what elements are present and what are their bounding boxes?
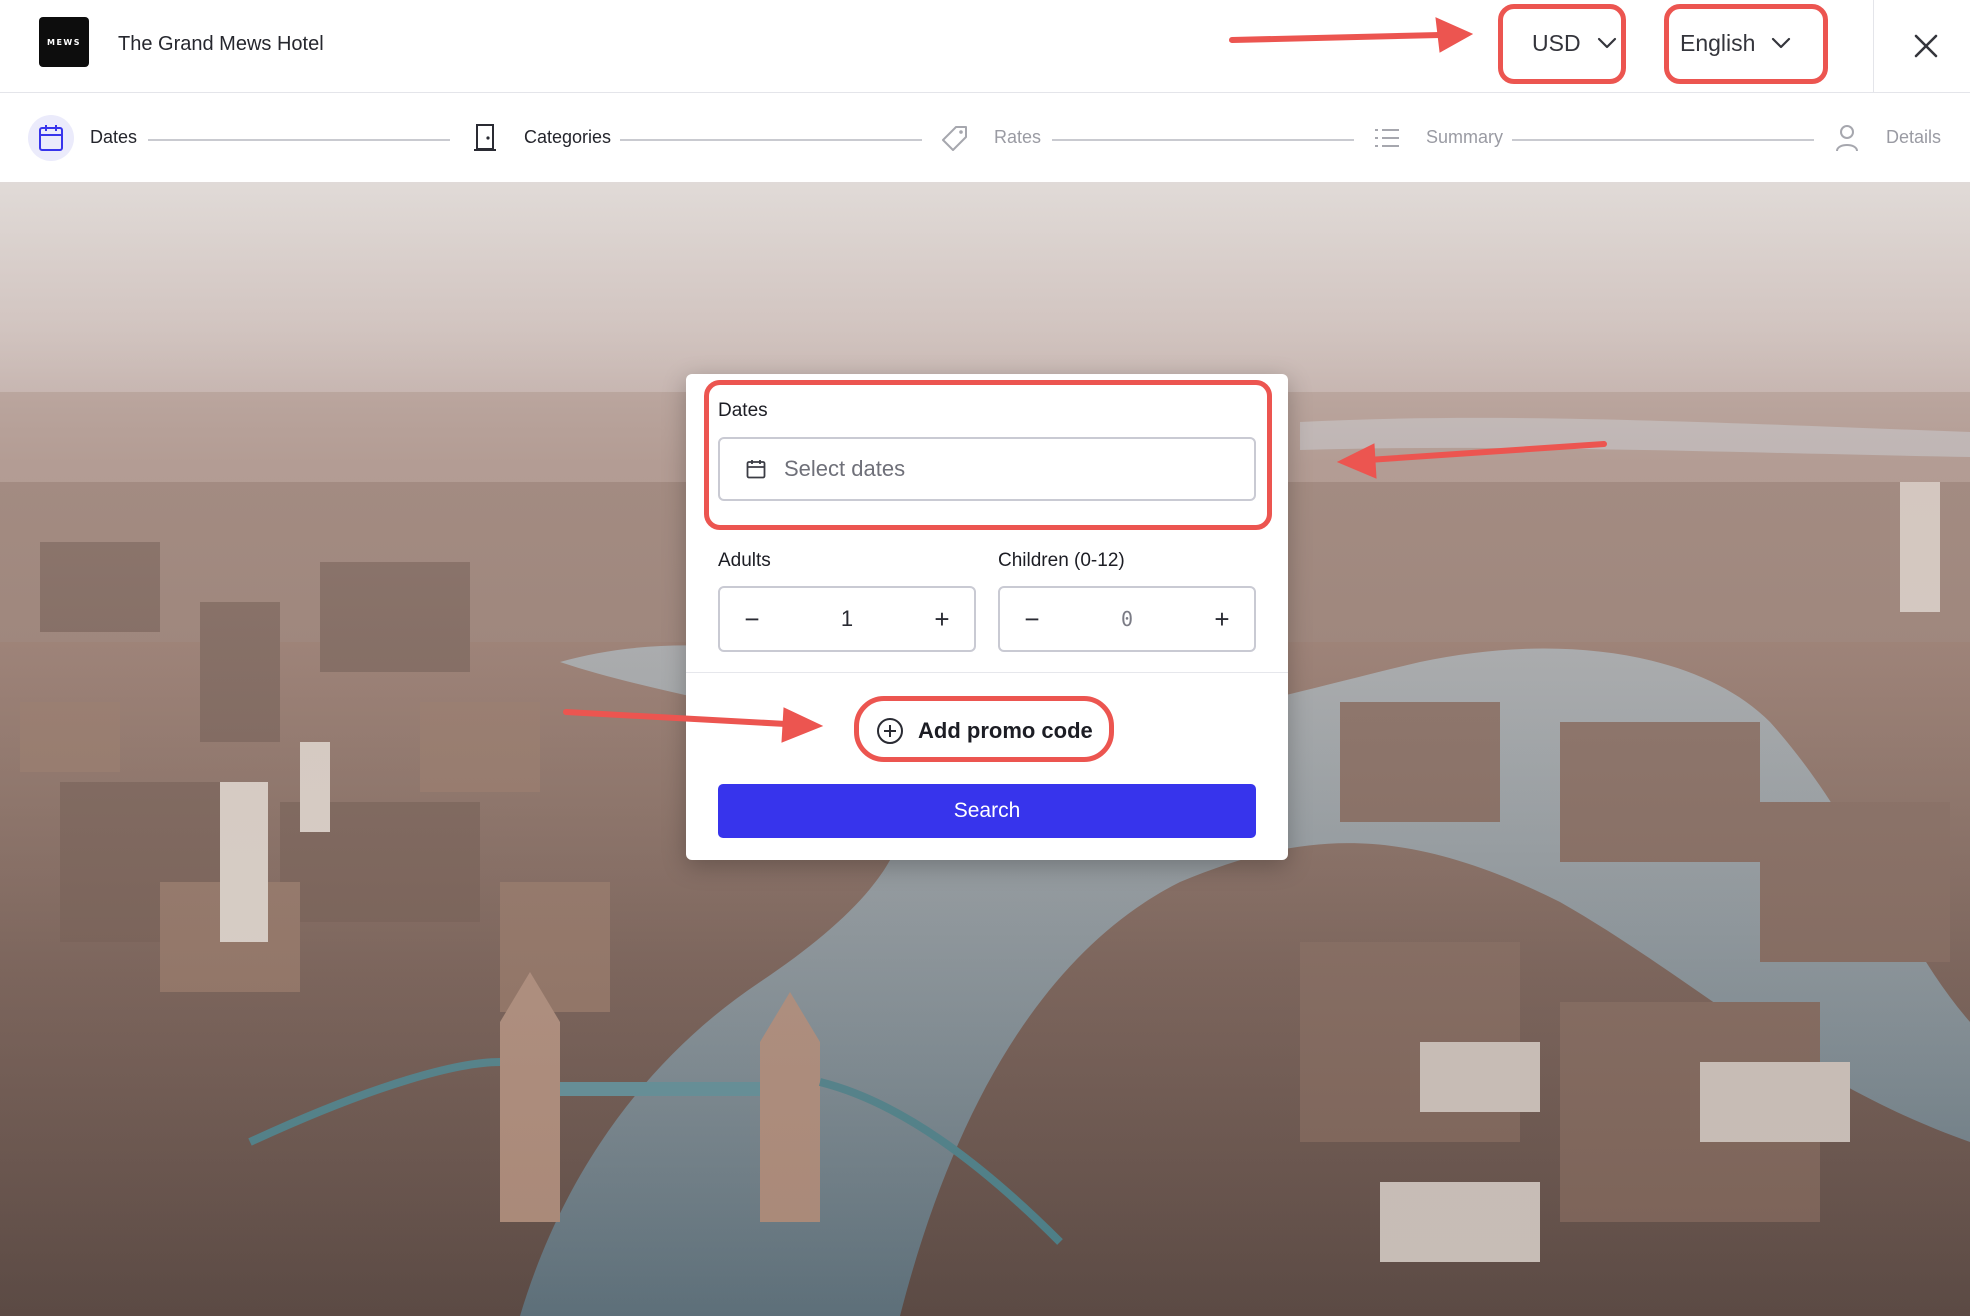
plus-circle-icon [877, 718, 903, 744]
card-divider [686, 672, 1288, 673]
step-label: Categories [524, 127, 612, 147]
children-value[interactable]: 0 [1064, 588, 1190, 650]
step-connector [1052, 139, 1354, 141]
step-connector [1512, 139, 1814, 141]
logo-text: MEWS [46, 37, 81, 47]
step-label: Details [1886, 127, 1942, 147]
children-increment-button[interactable]: + [1190, 588, 1254, 650]
step-summary: Summary [1364, 93, 1503, 182]
booking-form-card: Dates Select dates Adults Children (0-12… [686, 374, 1288, 860]
top-header: MEWS The Grand Mews Hotel USD English [0, 0, 1970, 93]
calendar-icon [746, 460, 766, 479]
adults-value[interactable]: 1 [784, 588, 910, 650]
chevron-down-icon [1772, 37, 1791, 49]
booking-stepper: Dates Categories Rates Summary Details [0, 93, 1970, 182]
adults-decrement-button[interactable]: − [720, 588, 784, 650]
step-label: Dates [90, 127, 138, 147]
search-button[interactable]: Search [718, 784, 1256, 838]
booking-engine-window: MEWS The Grand Mews Hotel USD English Da… [0, 0, 1970, 1316]
currency-selector[interactable]: USD [1532, 20, 1617, 66]
close-icon [1914, 34, 1938, 58]
step-label: Rates [994, 127, 1042, 147]
hotel-logo[interactable]: MEWS [39, 17, 89, 67]
adults-increment-button[interactable]: + [910, 588, 974, 650]
language-selector[interactable]: English [1680, 20, 1791, 66]
dates-input[interactable]: Select dates [718, 437, 1256, 501]
step-dates[interactable]: Dates [28, 93, 137, 182]
adults-label: Adults [718, 550, 771, 571]
door-icon [474, 123, 496, 151]
step-details: Details [1824, 93, 1941, 182]
header-divider [1873, 0, 1874, 92]
step-connector [620, 139, 922, 141]
dates-placeholder: Select dates [784, 456, 906, 481]
calendar-icon [39, 124, 63, 151]
children-decrement-button[interactable]: − [1000, 588, 1064, 650]
tag-icon [942, 125, 967, 151]
dates-label: Dates [718, 400, 768, 421]
close-button[interactable] [1908, 28, 1944, 64]
step-rates: Rates [932, 93, 1041, 182]
adults-stepper: − 1 + [718, 586, 976, 652]
step-categories[interactable]: Categories [462, 93, 611, 182]
user-icon [1836, 124, 1858, 151]
step-label: Summary [1426, 127, 1504, 147]
promo-label: Add promo code [918, 718, 1093, 743]
hotel-name: The Grand Mews Hotel [118, 33, 324, 55]
list-icon [1375, 128, 1399, 147]
add-promo-code-button[interactable]: Add promo code [876, 710, 1093, 752]
currency-value: USD [1532, 29, 1581, 56]
children-label: Children (0-12) [998, 550, 1125, 571]
language-value: English [1680, 29, 1756, 56]
chevron-down-icon [1597, 37, 1616, 49]
children-stepper: − 0 + [998, 586, 1256, 652]
step-connector [148, 139, 450, 141]
